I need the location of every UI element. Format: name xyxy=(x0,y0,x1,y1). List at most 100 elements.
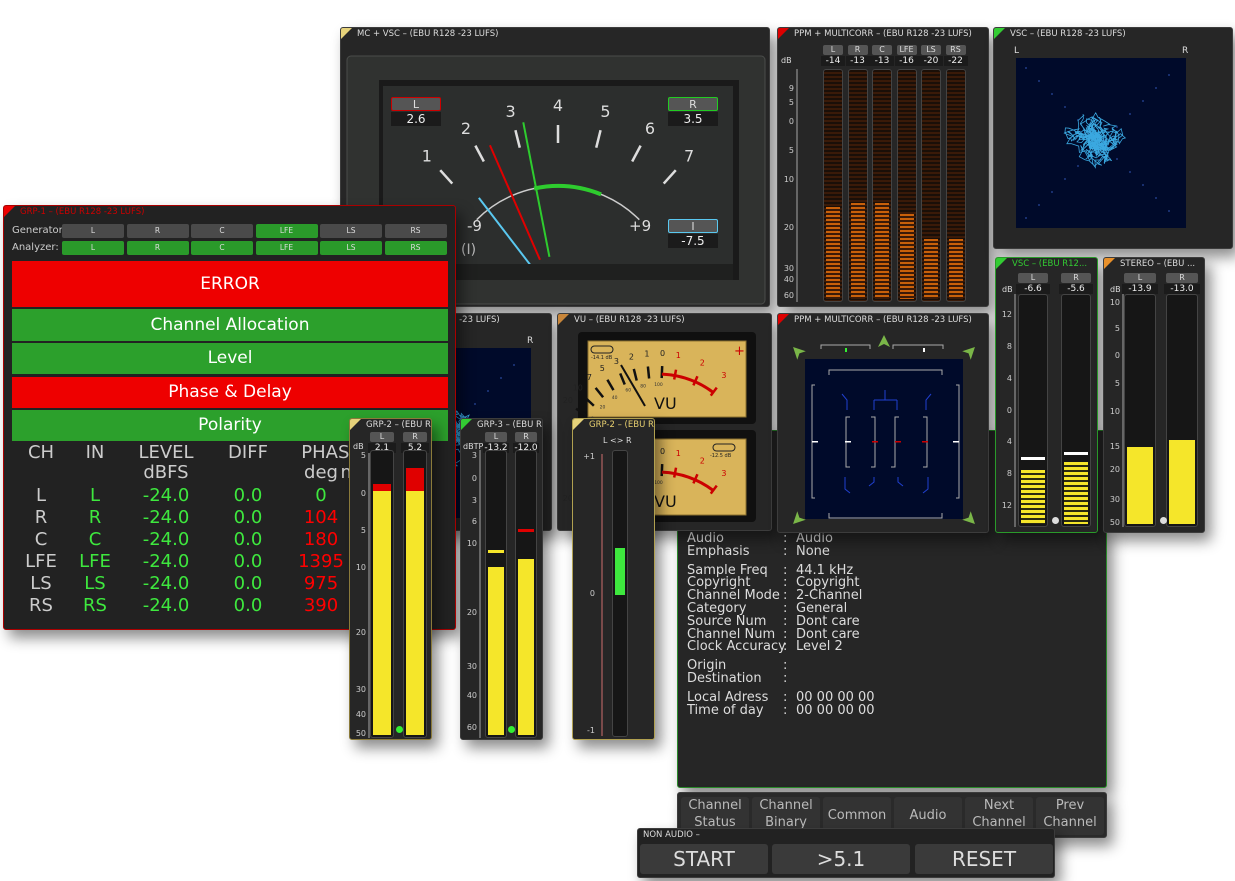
surround-51-button[interactable]: >5.1 xyxy=(772,844,910,874)
correlation-marker xyxy=(812,441,818,443)
table-cell: LS xyxy=(84,573,106,594)
channel-value: -13.9 xyxy=(1122,284,1158,294)
table-cell: R xyxy=(88,507,102,528)
status-indicator: Channel Allocation xyxy=(12,309,448,341)
window-title: GRP-2 – (EBU R... xyxy=(589,420,655,430)
status-label: Clock Accuracy xyxy=(687,639,786,655)
window-title: GRP-2 – (EBU R... xyxy=(366,420,432,430)
generator-label: Generator: xyxy=(12,225,66,236)
generator-channel-button[interactable]: LS xyxy=(320,224,382,238)
scale-label: 20 xyxy=(783,223,794,232)
analyzer-channel-button[interactable]: LS xyxy=(320,241,382,255)
channel-label: L xyxy=(823,45,843,55)
analyzer-channel-button[interactable]: R xyxy=(126,241,189,255)
status-label: Destination xyxy=(687,671,762,686)
scale-label: 5 xyxy=(1114,379,1120,388)
channel-label: R xyxy=(847,45,868,55)
scale-label: 8 xyxy=(1006,469,1012,478)
scope-grid-dot xyxy=(1129,113,1131,115)
window-corner-icon xyxy=(778,28,789,39)
table-header: DIFF xyxy=(228,442,268,463)
window-title: PPM + MULTICORR – (EBU R128 -23 LUFS) xyxy=(794,29,972,39)
vectorscope xyxy=(1016,58,1186,228)
channel-value: -16 xyxy=(894,56,919,66)
vu-scale-label: 0 xyxy=(660,447,665,456)
meter-bar xyxy=(1166,294,1198,527)
generator-channel-button[interactable]: R xyxy=(126,224,189,238)
grp3-meter-window: GRP-3 – (EBU R... dBTP 3 0 3 6 10 20 30 40 60 L -1… xyxy=(460,418,543,740)
window-corner-icon xyxy=(1104,258,1115,269)
channel-value: -20 xyxy=(919,56,943,66)
analyzer-channel-button[interactable]: LFE xyxy=(255,241,318,255)
scale-label: 0 xyxy=(788,117,794,126)
scope-grid-dot xyxy=(474,403,476,405)
status-colon: : xyxy=(783,671,788,686)
correlation-scale xyxy=(601,454,603,736)
r-label: R xyxy=(668,97,718,111)
generator-channel-button[interactable]: RS xyxy=(384,224,447,238)
scale-label: 10 xyxy=(355,563,366,572)
meter-bar xyxy=(1018,294,1048,527)
vu-scale-label: 1 xyxy=(644,350,649,359)
scale-label: 30 xyxy=(783,264,794,273)
scale-label: 3 xyxy=(505,102,515,121)
scope-grid-dot xyxy=(1116,158,1118,160)
status-value: None xyxy=(796,543,830,559)
analyzer-channel-button[interactable]: C xyxy=(191,241,253,255)
correlation-label: L <> R xyxy=(603,436,632,445)
channel-label: R xyxy=(1061,273,1091,283)
table-cell: 0.0 xyxy=(233,573,263,594)
scale-line xyxy=(796,69,798,302)
vu-overload-icon: + xyxy=(734,344,745,359)
scale-label: 1 xyxy=(422,146,432,165)
table-cell: 0.0 xyxy=(233,551,263,572)
meter-bar xyxy=(485,450,507,738)
peak-hold-marker xyxy=(518,528,534,532)
meter-bar xyxy=(370,450,394,738)
meter-bar xyxy=(847,69,868,302)
analyzer-label: Analyzer: xyxy=(12,242,59,253)
scale-label: -1 xyxy=(587,726,595,735)
scale-label: 3 xyxy=(471,451,477,460)
channel-value: -22 xyxy=(943,56,968,66)
scale-label: 20 xyxy=(466,608,477,617)
scale-label: 7 xyxy=(684,146,694,165)
meter-bar xyxy=(403,450,427,738)
peak-hold-marker xyxy=(1064,452,1088,456)
scale-label: 40 xyxy=(783,275,794,284)
status-label: Time of day xyxy=(687,702,764,718)
vu-percent-label: 40 xyxy=(612,395,618,401)
analyzer-channel-button[interactable]: L xyxy=(62,241,124,255)
correlation-bar xyxy=(612,450,628,737)
unit-label: dB xyxy=(353,442,364,451)
peak-hold-marker xyxy=(488,550,504,554)
scope-grid-dot xyxy=(1051,191,1053,193)
vu-scale-label-red: 3 xyxy=(721,371,726,380)
channel-label: L xyxy=(1124,273,1156,283)
meter-bar xyxy=(823,69,843,302)
scale-label: 4 xyxy=(1006,437,1012,446)
generator-channel-button[interactable]: C xyxy=(191,224,253,238)
generator-channel-button[interactable]: LFE xyxy=(255,224,318,238)
vu-tick xyxy=(660,464,664,477)
scale-label: 0 xyxy=(471,474,477,483)
analyzer-channel-button[interactable]: RS xyxy=(384,241,447,255)
r-value: 3.5 xyxy=(668,112,718,126)
l-label: L xyxy=(391,97,441,111)
window-corner-icon xyxy=(461,419,472,430)
window-title: VSC – (EBU R128 -23 LUFS) xyxy=(1010,29,1126,39)
correlation-window: GRP-2 – (EBU R... L <> R +1 0 -1 xyxy=(572,418,655,740)
status-led-icon xyxy=(396,726,403,733)
start-button[interactable]: START xyxy=(640,844,768,874)
scale-label: 20 xyxy=(355,628,366,637)
scope-grid-dot xyxy=(1168,74,1170,76)
reset-button[interactable]: RESET xyxy=(915,844,1053,874)
meter-bar xyxy=(896,69,917,302)
meter-fill xyxy=(948,239,963,299)
generator-channel-button[interactable]: L xyxy=(62,224,124,238)
scale-label: 4 xyxy=(553,96,563,115)
table-cell: RS xyxy=(83,595,107,616)
window-corner-icon xyxy=(350,419,361,430)
scale-max-label: +9 xyxy=(629,217,651,235)
scale-label: 5 xyxy=(788,98,794,107)
